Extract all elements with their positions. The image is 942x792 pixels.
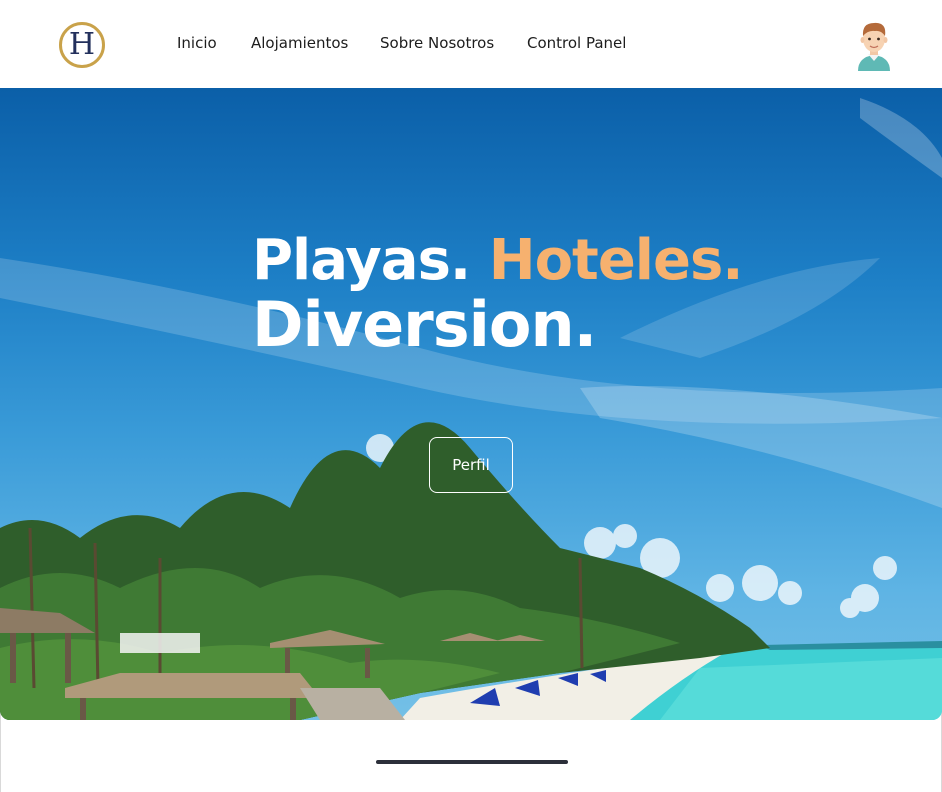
hero-headline: Playas. Hoteles. Diversion. xyxy=(252,228,744,361)
user-avatar-icon[interactable] xyxy=(854,19,894,71)
nav-link-inicio[interactable]: Inicio xyxy=(177,34,217,52)
nav-link-control-panel[interactable]: Control Panel xyxy=(527,34,626,52)
perfil-button[interactable]: Perfil xyxy=(429,437,513,493)
headline-hoteles: Hoteles. xyxy=(488,228,744,293)
nav-link-alojamientos[interactable]: Alojamientos xyxy=(251,34,348,52)
navbar: H Inicio Alojamientos Sobre Nosotros Con… xyxy=(0,0,942,88)
headline-playas: Playas. xyxy=(252,228,471,293)
home-indicator-bar xyxy=(376,760,568,764)
headline-diversion: Diversion. xyxy=(252,288,597,361)
hotel-logo-icon[interactable]: H xyxy=(59,22,105,68)
nav-link-sobre-nosotros[interactable]: Sobre Nosotros xyxy=(380,34,494,52)
hero-banner: Playas. Hoteles. Diversion. Perfil xyxy=(0,88,942,720)
beach-background-image xyxy=(0,98,942,720)
logo-letter: H xyxy=(68,27,96,62)
